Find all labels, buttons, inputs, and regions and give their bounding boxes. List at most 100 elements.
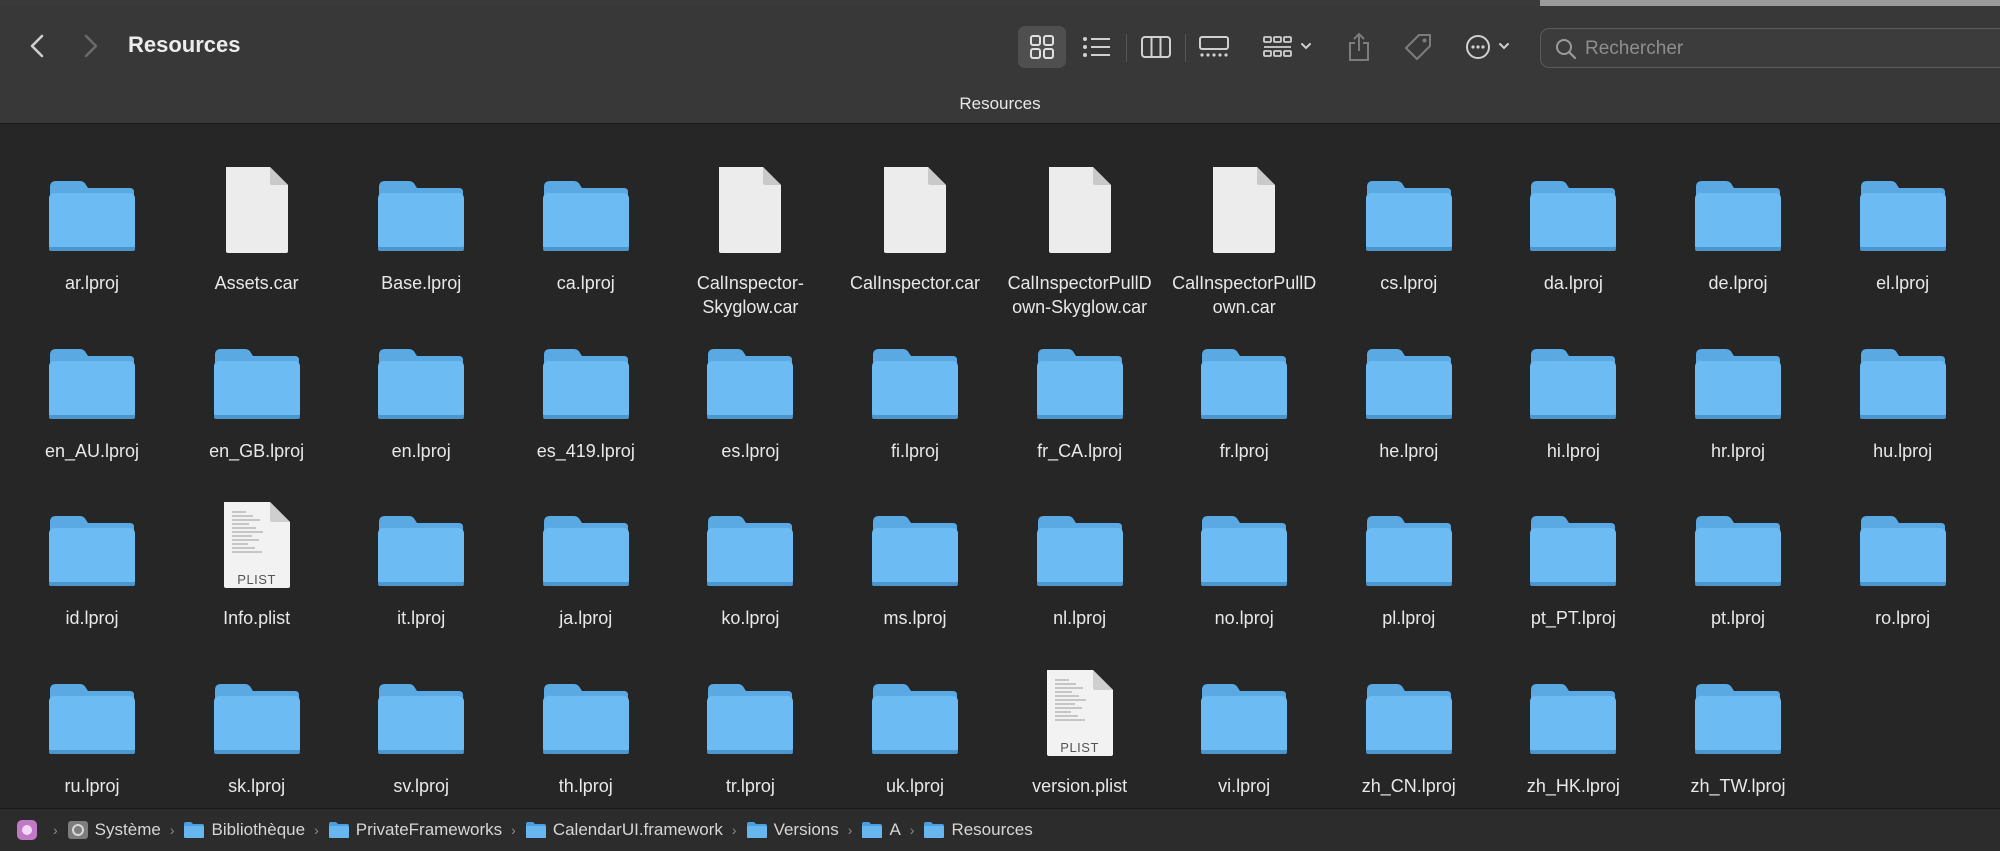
item-label: he.lproj [1379, 440, 1439, 461]
folder-icon [1036, 348, 1123, 419]
folder-icon [707, 683, 794, 754]
folder-item[interactable]: he.lproj [1329, 313, 1489, 473]
folder-item[interactable]: da.lproj [1493, 145, 1653, 305]
folder-item[interactable]: sk.lproj [177, 648, 337, 808]
folder-icon [1530, 181, 1617, 251]
folder-item[interactable]: vi.lproj [1164, 648, 1324, 808]
folder-item[interactable]: id.lproj [12, 480, 172, 640]
item-icon [835, 648, 995, 758]
search-input[interactable] [1585, 35, 1985, 63]
folder-item[interactable]: pt.lproj [1658, 480, 1818, 640]
folder-item[interactable]: fi.lproj [835, 313, 995, 473]
folder-item[interactable]: fr_CA.lproj [1000, 313, 1160, 473]
toolbar: Resources [0, 6, 2000, 86]
folder-icon [872, 348, 958, 419]
folder-icon [378, 181, 465, 251]
column-view-button[interactable] [1135, 26, 1177, 68]
path-crumb[interactable]: CalendarUI.framework [525, 820, 723, 840]
file-item[interactable]: Assets.car [177, 145, 337, 305]
folder-item[interactable]: zh_TW.lproj [1658, 648, 1818, 808]
item-label: pt_PT.lproj [1530, 608, 1616, 628]
folder-item[interactable]: ko.lproj [670, 480, 830, 640]
folder-item[interactable]: no.lproj [1164, 480, 1324, 640]
back-button[interactable] [20, 28, 56, 64]
folder-item[interactable]: ro.lproj [1823, 480, 1983, 640]
folder-item[interactable]: Base.lproj [341, 145, 501, 305]
folder-item[interactable]: en_GB.lproj [177, 313, 337, 473]
file-item[interactable]: CalInspector- Skyglow.car [670, 145, 830, 317]
item-label: ms.lproj [883, 608, 947, 628]
search-field[interactable] [1540, 28, 2000, 68]
forward-button[interactable] [72, 28, 108, 64]
tag-button[interactable] [1398, 26, 1438, 68]
icon-view-button[interactable] [1018, 26, 1066, 68]
folder-item[interactable]: cs.lproj [1329, 145, 1489, 305]
item-icon [1823, 480, 1983, 590]
gallery-view-button[interactable] [1192, 26, 1236, 68]
folder-item[interactable]: ar.lproj [12, 145, 172, 305]
folder-item[interactable]: es.lproj [670, 313, 830, 473]
folder-item[interactable]: nl.lproj [1000, 480, 1160, 640]
more-actions-button[interactable] [1460, 26, 1522, 68]
folder-item[interactable]: ms.lproj [835, 480, 995, 640]
folder-item[interactable]: hr.lproj [1658, 313, 1818, 473]
folder-item[interactable]: tr.lproj [670, 648, 830, 808]
folder-item[interactable]: it.lproj [341, 480, 501, 640]
folder-item[interactable]: ja.lproj [506, 480, 666, 640]
folder-item[interactable]: es_419.lproj [506, 313, 666, 473]
file-item[interactable]: CalInspectorPullD own.car [1164, 145, 1324, 317]
item-label: zh_TW.lproj [1690, 775, 1786, 796]
folder-item[interactable]: th.lproj [506, 648, 666, 808]
tag-icon [1405, 34, 1431, 60]
item-icon [1823, 313, 1983, 423]
path-crumb[interactable]: Bibliothèque [183, 820, 305, 840]
path-crumb[interactable]: Resources [923, 820, 1033, 840]
item-label: Base.lproj [381, 273, 462, 293]
folder-item[interactable]: sv.lproj [341, 648, 501, 808]
item-icon [177, 313, 337, 423]
share-button[interactable] [1340, 26, 1378, 68]
group-by-button[interactable] [1258, 26, 1320, 68]
folder-item[interactable]: fr.lproj [1164, 313, 1324, 473]
document-icon [225, 167, 288, 253]
path-crumb[interactable]: Versions [746, 820, 839, 840]
item-label: ar.lproj [64, 273, 120, 293]
folder-item[interactable]: uk.lproj [835, 648, 995, 808]
item-icon [1329, 145, 1489, 255]
folder-icon [1695, 348, 1781, 419]
path-title: Resources [0, 86, 2000, 124]
path-crumb[interactable]: PrivateFrameworks [328, 820, 502, 840]
folder-item[interactable]: ca.lproj [506, 145, 666, 305]
file-item[interactable]: CalInspector.car [835, 145, 995, 305]
folder-item[interactable]: hu.lproj [1823, 313, 1983, 473]
folder-item[interactable]: hi.lproj [1493, 313, 1653, 473]
folder-icon [328, 821, 350, 839]
folder-item[interactable]: en_AU.lproj [12, 313, 172, 473]
folder-item[interactable]: de.lproj [1658, 145, 1818, 305]
item-label: es.lproj [721, 440, 780, 461]
path-crumb-label: Système [94, 820, 161, 839]
folder-item[interactable]: en.lproj [341, 313, 501, 473]
file-item[interactable]: PLIST Info.plist [177, 480, 337, 640]
folder-icon [213, 348, 300, 419]
folder-icon [1365, 683, 1452, 754]
folder-item[interactable]: pl.lproj [1329, 480, 1489, 640]
file-item[interactable]: CalInspectorPullD own-Skyglow.car [1000, 145, 1160, 317]
folder-icon [923, 821, 945, 839]
folder-item[interactable]: pt_PT.lproj [1493, 480, 1653, 640]
folder-item[interactable]: zh_CN.lproj [1329, 648, 1489, 808]
list-view-icon [1083, 37, 1110, 57]
item-icon [1823, 145, 1983, 255]
item-label: fr_CA.lproj [1037, 440, 1123, 461]
folder-item[interactable]: el.lproj [1823, 145, 1983, 305]
item-label: id.lproj [65, 608, 119, 628]
path-crumb[interactable]: A [861, 820, 901, 840]
folder-item[interactable]: zh_HK.lproj [1493, 648, 1653, 808]
list-view-button[interactable] [1076, 26, 1118, 68]
file-item[interactable]: PLIST version.plist [1000, 648, 1160, 808]
path-crumb[interactable]: Système [67, 819, 161, 841]
item-icon [506, 480, 666, 590]
item-icon [506, 145, 666, 255]
path-crumb[interactable] [16, 819, 44, 841]
folder-item[interactable]: ru.lproj [12, 648, 172, 808]
